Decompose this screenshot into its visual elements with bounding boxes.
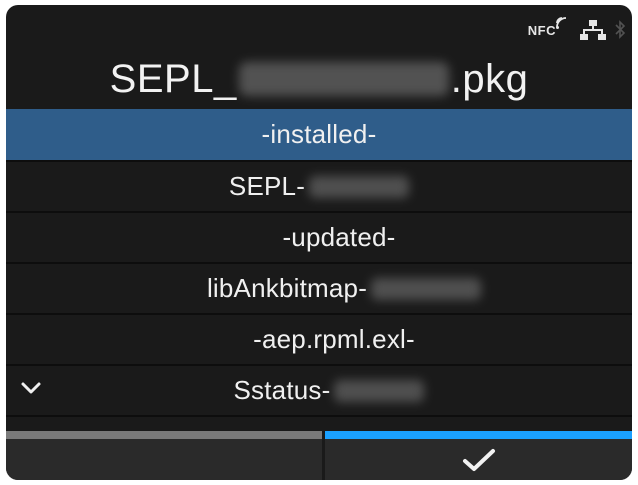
list-item-sepl[interactable]: SEPL-: [6, 162, 632, 213]
list-item-label: -aep.rpml.exl-: [253, 324, 415, 354]
redacted-version: [238, 62, 449, 96]
list-item-libankbitmap[interactable]: libAnkbitmap-: [6, 264, 632, 315]
bluetooth-icon: [614, 19, 626, 41]
button-indicator-bar: [6, 431, 323, 439]
list-item-label: libAnkbitmap-: [206, 273, 368, 303]
list-item-updated[interactable]: -updated-: [6, 213, 632, 264]
footer-bar: [6, 431, 632, 480]
nfc-label: NFC: [527, 22, 556, 38]
button-indicator-bar: [325, 431, 632, 439]
status-bar: NFC: [528, 13, 626, 47]
list-item-label: -updated-: [282, 222, 396, 252]
list-item-label: Sstatus-: [233, 375, 331, 405]
printer-screen: NFC SEPL_ .pkg -installed- SEPL- -update…: [6, 5, 632, 480]
nfc-waves-icon: [555, 16, 566, 29]
check-icon: [462, 448, 495, 471]
confirm-button[interactable]: [325, 431, 632, 480]
nfc-icon: NFC: [527, 16, 566, 38]
network-icon: [580, 19, 606, 41]
title-prefix: SEPL_: [109, 56, 237, 101]
package-list[interactable]: -installed- SEPL- -updated- libAnkbitmap…: [6, 109, 632, 417]
redacted-version: [309, 175, 410, 198]
chevron-down-icon[interactable]: [20, 380, 42, 396]
list-item-aep-rpml-exl[interactable]: -aep.rpml.exl-: [6, 315, 632, 366]
title-suffix: .pkg: [450, 56, 529, 101]
redacted-version: [371, 277, 482, 300]
redacted-version: [334, 379, 425, 402]
back-button[interactable]: [6, 431, 323, 480]
list-item-label: SEPL-: [228, 171, 306, 201]
list-item-sstatus[interactable]: Sstatus-: [6, 366, 632, 417]
list-item-installed[interactable]: -installed-: [6, 109, 632, 162]
list-item-label: -installed-: [261, 119, 377, 149]
page-title: SEPL_ .pkg: [6, 49, 632, 109]
